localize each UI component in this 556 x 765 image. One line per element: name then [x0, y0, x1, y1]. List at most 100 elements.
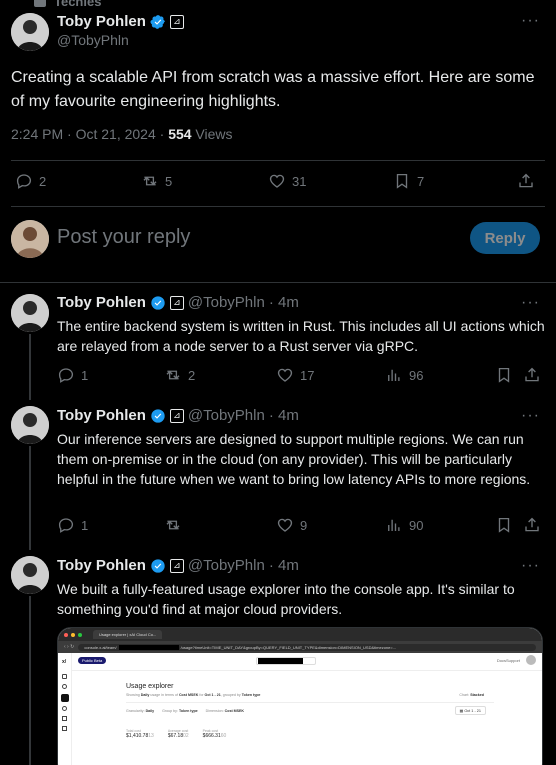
community-icon	[34, 0, 46, 7]
author-name[interactable]: Toby Pohlen	[57, 13, 146, 30]
kpi-average-cost: Average cost $67.1802	[167, 729, 189, 739]
browser-address-bar: ‹ › ↻ console.x.ai/team/ /usage?timeUnit…	[58, 641, 542, 653]
reply-text: We built a fully-featured usage explorer…	[57, 581, 515, 617]
author-handle[interactable]: @TobyPhln	[188, 557, 265, 574]
repost-button[interactable]: 5	[141, 172, 172, 190]
like-button[interactable]: 9	[276, 516, 307, 534]
verified-badge-icon	[151, 408, 165, 423]
author-name[interactable]: Toby Pohlen	[57, 294, 146, 311]
thread-line	[29, 596, 31, 765]
heart-icon	[269, 174, 285, 188]
key-icon	[62, 684, 67, 689]
filter-bar: Granularity: Daily Group by: Token type …	[126, 709, 244, 713]
url-tail: /usage?timeUnit=TIME_UNIT_DAY&groupBy=QU…	[180, 644, 397, 650]
support-link[interactable]: Support	[506, 658, 520, 663]
community-label[interactable]: Techies	[34, 0, 101, 9]
reply-icon	[16, 174, 32, 189]
team-selector[interactable]	[256, 657, 316, 665]
share-icon	[525, 367, 539, 382]
tweet-timestamp[interactable]: 2:24 PM · Oct 21, 2024 ·	[11, 126, 168, 142]
docs-link[interactable]: Docs	[497, 658, 506, 663]
repost-icon	[166, 370, 180, 380]
settings-icon	[62, 706, 67, 711]
affiliation-badge-icon[interactable]: ⊿	[169, 295, 184, 310]
bookmark-icon	[498, 517, 510, 533]
reply-icon	[58, 518, 74, 533]
media-attachment[interactable]: Usage explorer | xAI Cloud Co... ‹ › ↻ c…	[57, 627, 543, 765]
group-by-select[interactable]: Group by: Token type	[162, 709, 198, 713]
more-options-icon[interactable]: ···	[521, 294, 540, 312]
repost-icon	[143, 176, 157, 186]
analytics-icon	[388, 519, 400, 531]
repost-button[interactable]	[164, 516, 188, 534]
heart-icon	[277, 518, 293, 532]
share-button[interactable]	[517, 172, 535, 190]
bookmark-button[interactable]	[495, 366, 513, 384]
author-handle[interactable]: @TobyPhln	[188, 407, 265, 424]
granularity-select[interactable]: Granularity: Daily	[126, 709, 154, 713]
date-range-picker[interactable]: ▦ Oct 1 - 21	[454, 706, 486, 715]
thread-line	[29, 334, 31, 400]
author-handle[interactable]: @TobyPhln	[57, 32, 184, 48]
views-button[interactable]: 96	[385, 366, 423, 384]
user-avatar[interactable]	[526, 655, 536, 665]
affiliation-badge-icon[interactable]: ⊿	[169, 558, 184, 573]
avatar[interactable]	[11, 406, 49, 444]
affiliation-badge-icon[interactable]: ⊿	[169, 408, 184, 423]
reply-icon	[58, 368, 74, 383]
avatar[interactable]	[11, 294, 49, 332]
team-icon	[62, 716, 67, 721]
dimension-select[interactable]: Dimension: Cost MSEK	[206, 709, 244, 713]
reply-text: The entire backend system is written in …	[57, 318, 545, 354]
like-button[interactable]: 31	[268, 172, 306, 190]
avatar-photo	[11, 406, 49, 444]
kpi-peak-cost: Peak cost $666.3160	[202, 729, 227, 739]
share-icon	[525, 517, 539, 532]
minimize-dot-icon	[71, 632, 75, 637]
bookmark-button[interactable]: 7	[393, 172, 424, 190]
more-options-icon[interactable]: ···	[521, 407, 540, 425]
reply-submit-button[interactable]: Reply	[470, 222, 540, 254]
views-count: 554	[168, 126, 192, 142]
avatar-photo	[11, 294, 49, 332]
kpi-total-cost: Total cost $1,410.7813	[126, 729, 154, 739]
bookmark-button[interactable]	[495, 516, 513, 534]
thread-line	[29, 446, 31, 550]
chart-type-select[interactable]: Chart: Stacked	[459, 693, 484, 697]
share-icon	[519, 173, 533, 188]
author-name[interactable]: Toby Pohlen	[57, 557, 146, 574]
views-button[interactable]: 90	[385, 516, 423, 534]
billing-icon	[62, 726, 67, 731]
reply-input[interactable]: Post your reply	[57, 226, 190, 249]
repost-icon	[166, 520, 180, 530]
url-text: console.x.ai/team/	[84, 644, 117, 650]
analytics-icon	[388, 369, 400, 381]
bookmark-icon	[498, 367, 510, 383]
author-name[interactable]: Toby Pohlen	[57, 407, 146, 424]
more-options-icon[interactable]: ···	[521, 557, 540, 575]
tweet-meta: 2:24 PM · Oct 21, 2024 · 554 Views	[11, 126, 233, 142]
reply-button[interactable]: 1	[57, 366, 88, 384]
verified-badge-icon	[150, 14, 165, 29]
avatar-photo	[11, 13, 49, 51]
views-label: Views	[191, 126, 233, 142]
repost-button[interactable]: 2	[164, 366, 195, 384]
usage-icon	[61, 694, 69, 702]
avatar-photo	[11, 556, 49, 594]
affiliation-badge-icon[interactable]: ⊿	[169, 14, 184, 29]
more-options-icon[interactable]: ···	[521, 12, 540, 30]
like-button[interactable]: 17	[276, 366, 314, 384]
reply-text: Our inference servers are designed to su…	[57, 431, 531, 487]
post-age[interactable]: · 4m	[269, 407, 299, 424]
avatar[interactable]	[11, 13, 49, 51]
reply-button[interactable]: 2	[15, 172, 46, 190]
redacted-block	[118, 644, 179, 650]
author-handle[interactable]: @TobyPhln	[188, 294, 265, 311]
browser-tab-bar: Usage explorer | xAI Cloud Co...	[58, 628, 542, 641]
post-age[interactable]: · 4m	[269, 294, 299, 311]
post-age[interactable]: · 4m	[269, 557, 299, 574]
share-button[interactable]	[523, 516, 541, 534]
share-button[interactable]	[523, 366, 541, 384]
reply-button[interactable]: 1	[57, 516, 88, 534]
avatar[interactable]	[11, 556, 49, 594]
